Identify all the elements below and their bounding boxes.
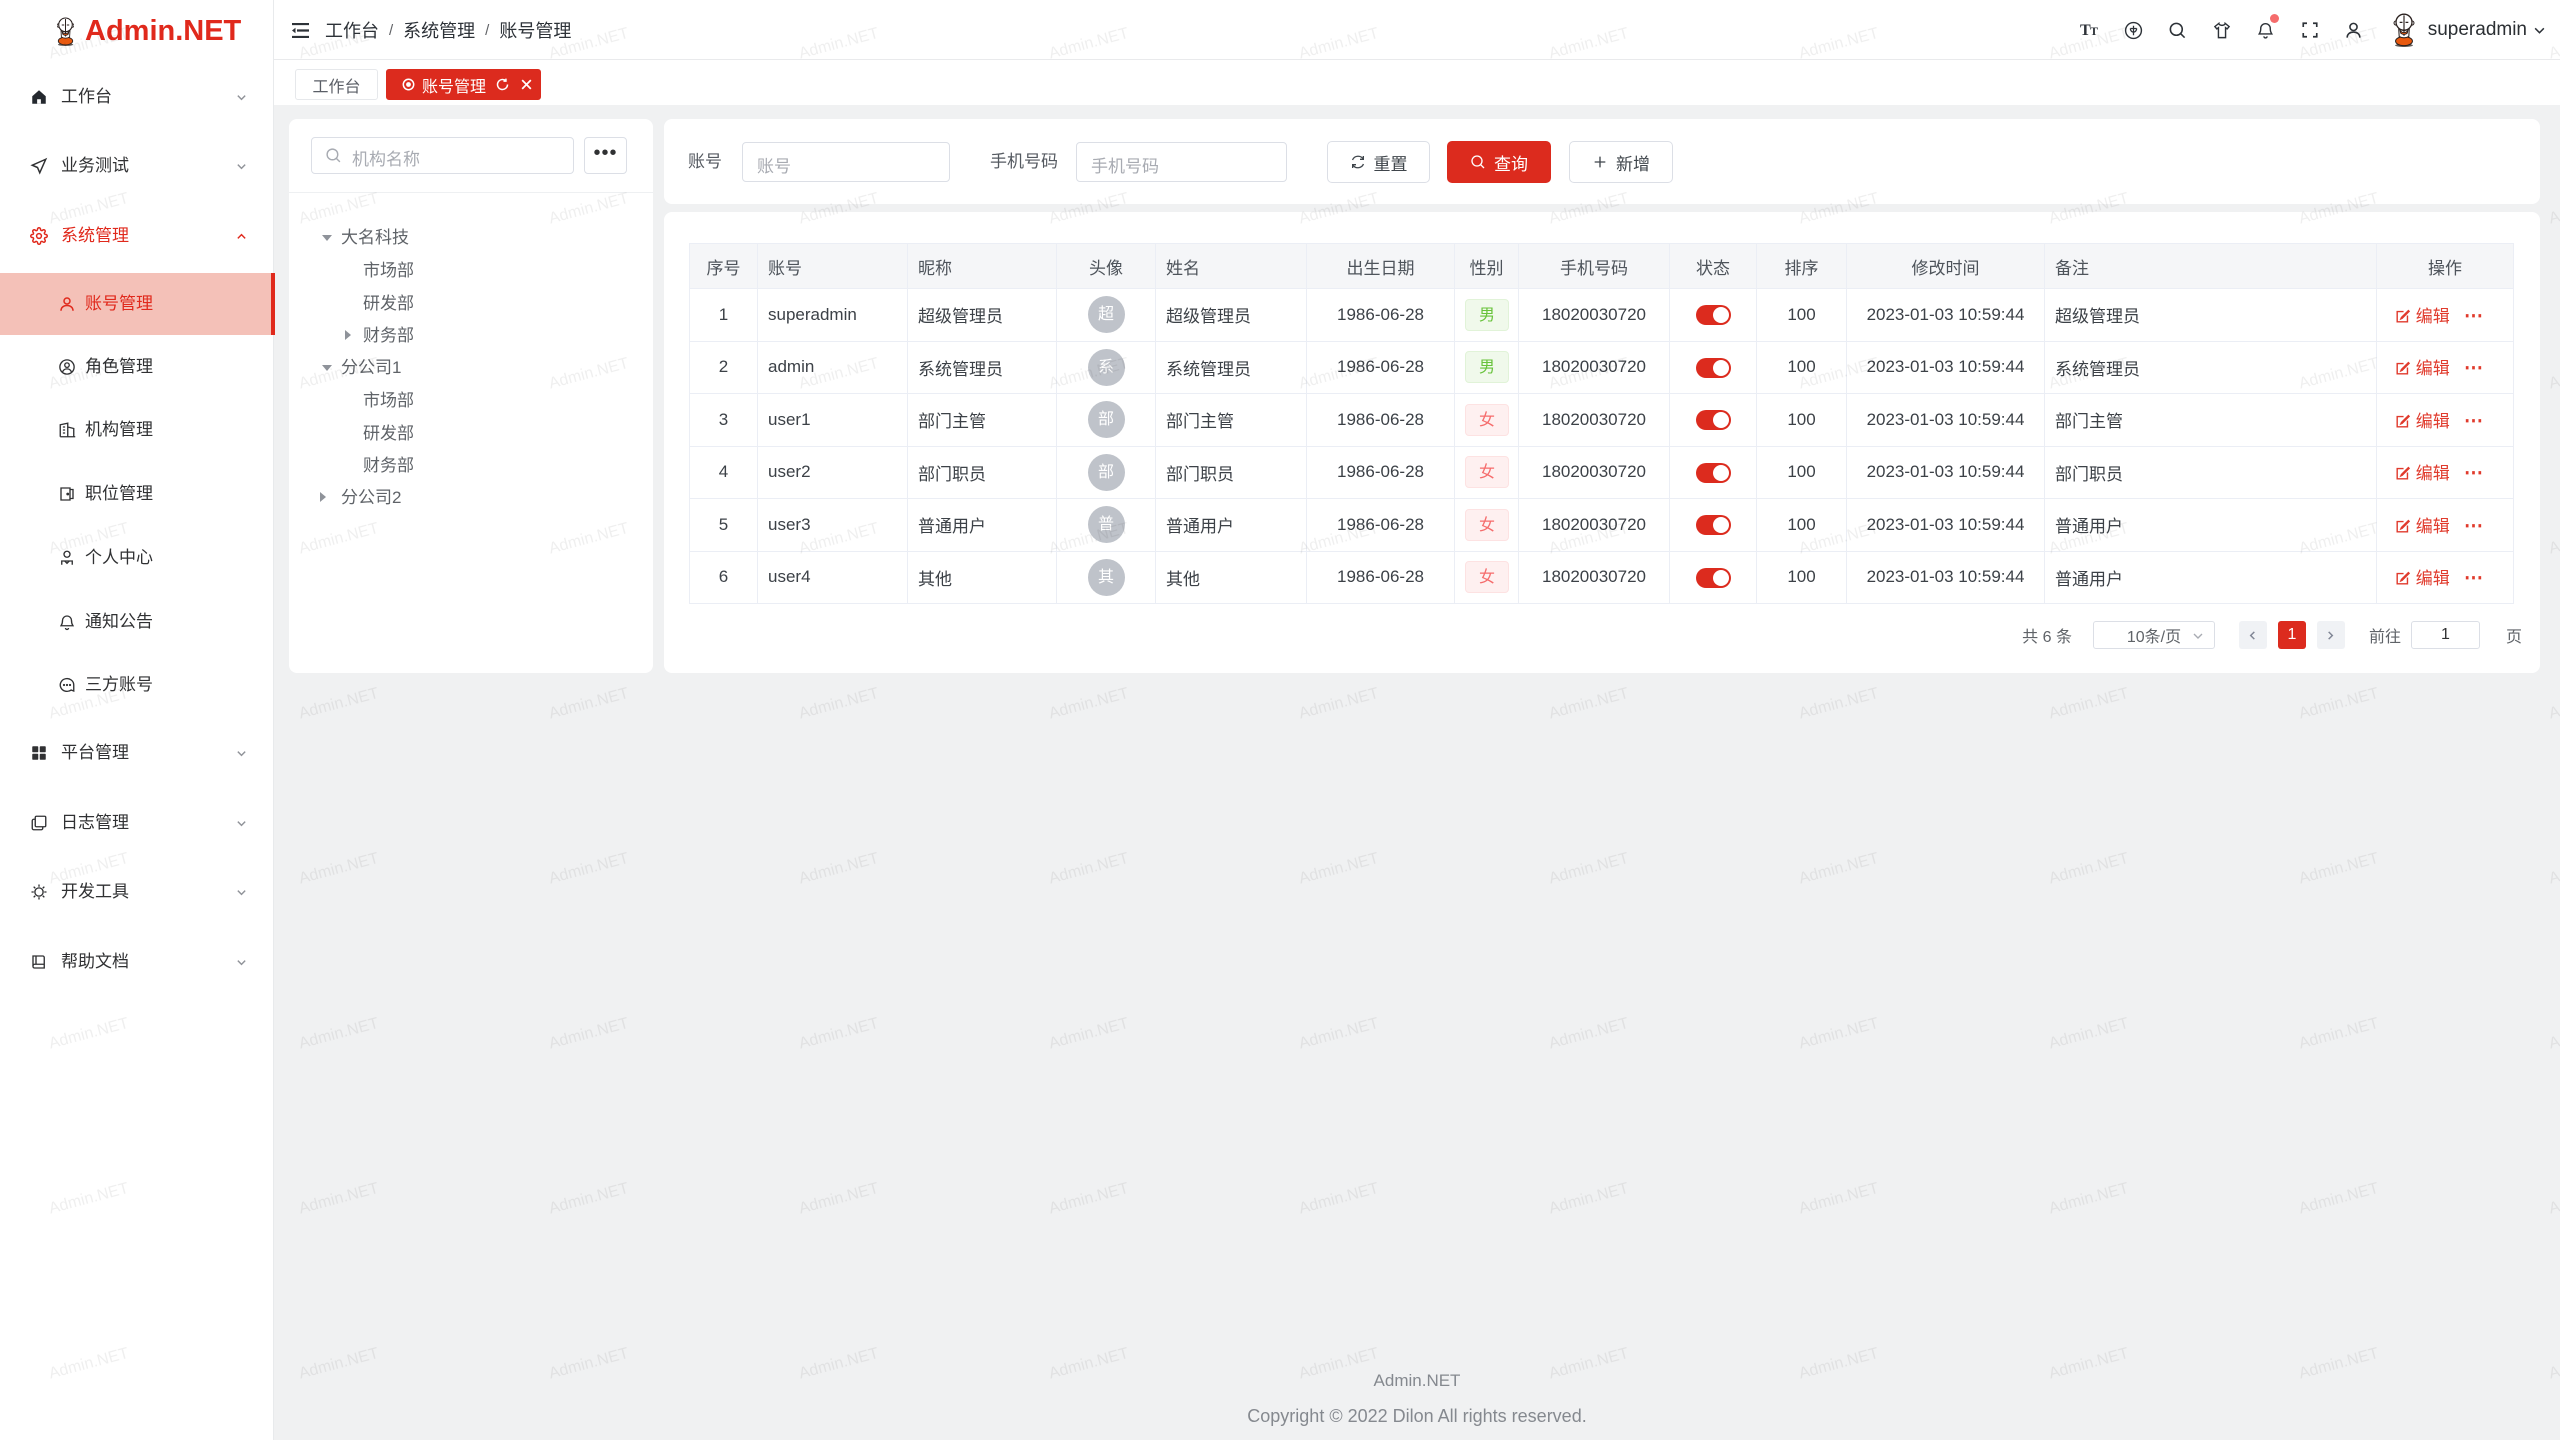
svg-text:T: T bbox=[2090, 24, 2098, 38]
